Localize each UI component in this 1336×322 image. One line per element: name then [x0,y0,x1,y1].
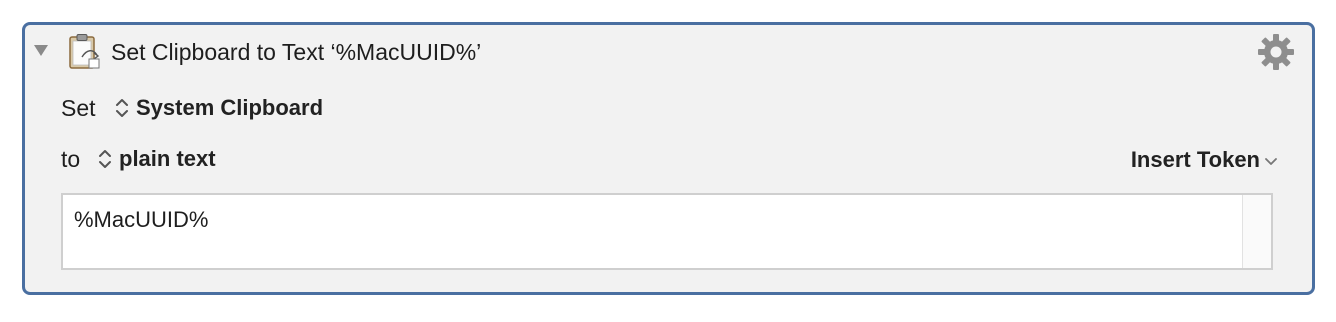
clipboard-text-value[interactable]: %MacUUID% [74,207,208,233]
clipboard-icon [69,34,100,69]
updown-chevron-icon [116,99,128,117]
gear-icon[interactable] [1256,32,1296,72]
clipboard-select-value: System Clipboard [136,95,324,120]
disclosure-triangle-icon[interactable] [34,45,48,56]
chevron-down-icon [1265,158,1277,165]
text-format-popup[interactable]: plain text [97,145,216,173]
action-title: Set Clipboard to Text ‘%MacUUID%’ [111,39,482,65]
clipboard-text-field[interactable]: %MacUUID% [61,193,1273,270]
action-panel[interactable]: Set Clipboard to Text ‘%MacUUID%’ Set Sy… [22,22,1315,295]
to-label: to [61,146,81,172]
text-format-value: plain text [119,146,216,171]
updown-chevron-icon [99,150,111,168]
insert-token-menu[interactable]: Insert Token [1131,146,1278,174]
insert-token-label: Insert Token [1130,147,1260,172]
text-field-scrollbar[interactable] [1242,195,1271,268]
clipboard-select-popup[interactable]: System Clipboard [114,94,323,122]
set-label: Set [61,95,96,121]
